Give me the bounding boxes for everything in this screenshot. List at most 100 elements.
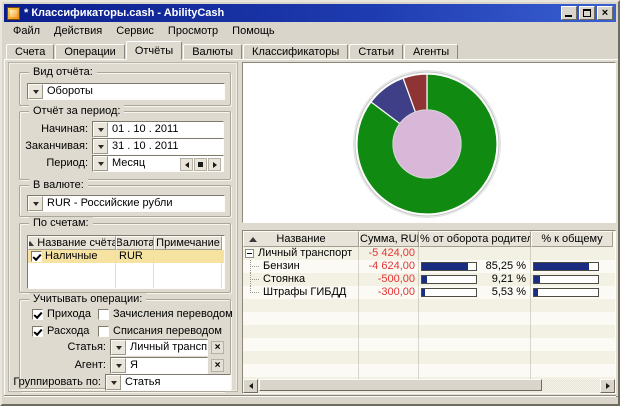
- checkbox-income[interactable]: Прихода: [32, 308, 91, 320]
- report-type-value[interactable]: Обороты: [43, 84, 224, 99]
- menu-actions[interactable]: Действия: [47, 24, 109, 38]
- start-date-dropdown-button[interactable]: [93, 122, 108, 137]
- menu-service[interactable]: Сервис: [109, 24, 161, 38]
- menu-help[interactable]: Помощь: [225, 24, 282, 38]
- tab-currencies[interactable]: Валюты: [183, 44, 242, 60]
- checkbox-box[interactable]: [98, 309, 109, 320]
- report-name-cell: Штрафы ГИБДД: [243, 286, 359, 299]
- article-clear-button[interactable]: ×: [211, 341, 224, 354]
- report-empty-row: [243, 299, 615, 312]
- checkbox-transfer-out[interactable]: Списания переводом: [98, 325, 222, 337]
- empty-cell: [28, 276, 116, 289]
- currency-dropdown-button[interactable]: [28, 196, 43, 211]
- report-column-label: % от оборота родителя: [420, 233, 531, 245]
- currency-combo[interactable]: RUR - Российские рубли: [27, 195, 225, 212]
- report-type-combo[interactable]: Обороты: [27, 83, 225, 100]
- maximize-button[interactable]: [579, 6, 595, 20]
- end-date-dropdown-button[interactable]: [93, 139, 108, 154]
- currency-value[interactable]: RUR - Российские рубли: [43, 196, 224, 211]
- scrollbar-track[interactable]: [258, 379, 600, 393]
- report-column-header[interactable]: % от оборота родителя: [419, 231, 531, 247]
- group-by-dropdown-button[interactable]: [106, 375, 121, 390]
- report-total-pct-cell: [531, 260, 613, 273]
- report-row-personal-transport[interactable]: Личный транспорт-5 424,00: [243, 247, 615, 260]
- checkbox-expense[interactable]: Расхода: [32, 325, 89, 337]
- empty-cell: [419, 325, 531, 338]
- start-date-value[interactable]: 01 . 10 . 2011: [108, 122, 223, 137]
- agent-dropdown-button[interactable]: [111, 358, 126, 373]
- tab-agents[interactable]: Агенты: [404, 44, 458, 60]
- report-type-dropdown-button[interactable]: [28, 84, 43, 99]
- checkbox-box[interactable]: [32, 309, 43, 320]
- tab-classifiers[interactable]: Классификаторы: [243, 44, 348, 60]
- report-parent-pct-cell: 5,53 %: [419, 286, 531, 299]
- currency-group-label: В валюте:: [29, 179, 88, 191]
- app-window: * Классификаторы.cash - AbilityCash × Фа…: [0, 0, 620, 406]
- group-by-combo[interactable]: Статья: [105, 374, 231, 391]
- period-prev-button[interactable]: [180, 158, 193, 171]
- report-name-cell: Личный транспорт: [243, 247, 359, 260]
- checkbox-box[interactable]: [32, 326, 43, 337]
- report-name-cell: Стоянка: [243, 273, 359, 286]
- report-total-pct-cell: [531, 273, 613, 286]
- scrollbar-thumb[interactable]: [259, 379, 542, 391]
- minimize-button[interactable]: [561, 6, 577, 20]
- period-dropdown-button[interactable]: [93, 156, 108, 171]
- start-date-combo[interactable]: 01 . 10 . 2011: [92, 121, 224, 138]
- total-pct-bar: [533, 275, 599, 284]
- empty-cell: [531, 338, 613, 351]
- tree-line: [250, 292, 259, 293]
- menu-view[interactable]: Просмотр: [161, 24, 225, 38]
- tab-reports[interactable]: Отчёты: [126, 41, 182, 60]
- report-parent-pct-cell: [419, 247, 531, 260]
- report-row-fuel[interactable]: Бензин-4 624,0085,25 %: [243, 260, 615, 273]
- report-row-parking[interactable]: Стоянка-500,009,21 %: [243, 273, 615, 286]
- empty-cell: [419, 312, 531, 325]
- report-row-fines[interactable]: Штрафы ГИБДД-300,005,53 %: [243, 286, 615, 299]
- empty-cell: [531, 299, 613, 312]
- tab-articles[interactable]: Статьи: [349, 44, 403, 60]
- report-column-header[interactable]: Сумма, RUR: [359, 231, 419, 247]
- period-next-button[interactable]: [208, 158, 221, 171]
- empty-cell: [154, 263, 222, 276]
- tree-collapse-icon[interactable]: [245, 249, 254, 258]
- tab-accounts[interactable]: Счета: [6, 44, 54, 60]
- empty-cell: [116, 276, 154, 289]
- article-value[interactable]: Личный транспорт: [126, 340, 207, 355]
- tab-operations[interactable]: Операции: [55, 44, 124, 60]
- agent-clear-button[interactable]: ×: [211, 359, 224, 372]
- end-date-combo[interactable]: 31 . 10 . 2011: [92, 138, 224, 155]
- tab-bar: СчетаОперацииОтчётыВалютыКлассификаторыС…: [6, 41, 616, 60]
- total-pct-bar-fill: [534, 289, 538, 296]
- article-combo[interactable]: Личный транспорт: [110, 339, 208, 356]
- accounts-column-header[interactable]: Название счёта: [28, 236, 116, 250]
- period-combo[interactable]: Месяц: [92, 155, 224, 172]
- account-checkbox[interactable]: [31, 251, 42, 262]
- tree-line: [250, 279, 259, 280]
- period-group: Отчёт за период: Начиная: 01 . 10 . 2011…: [19, 111, 231, 180]
- arrow-left-icon: [249, 383, 253, 389]
- scroll-right-button[interactable]: [600, 379, 615, 393]
- accounts-column-header[interactable]: Примечание: [154, 236, 222, 250]
- period-current-button[interactable]: [194, 158, 207, 171]
- group-by-value[interactable]: Статья: [121, 375, 230, 390]
- account-currency-cell: RUR: [116, 250, 154, 263]
- accounts-column-header[interactable]: Валюта: [116, 236, 154, 250]
- report-column-header[interactable]: % к общему: [531, 231, 613, 247]
- period-group-label: Отчёт за период:: [29, 105, 124, 117]
- report-table-body: Личный транспорт-5 424,00Бензин-4 624,00…: [243, 247, 615, 379]
- menu-file[interactable]: Файл: [6, 24, 47, 38]
- report-column-header[interactable]: Название: [243, 231, 359, 247]
- article-dropdown-button[interactable]: [111, 340, 126, 355]
- checkbox-transfer-in[interactable]: Зачисления переводом: [98, 308, 233, 320]
- pie-center: [393, 110, 461, 178]
- end-date-value[interactable]: 31 . 10 . 2011: [108, 139, 223, 154]
- agent-combo[interactable]: Я: [110, 357, 208, 374]
- account-row-cash[interactable]: НаличныеRUR: [28, 250, 224, 263]
- report-type-group: Вид отчёта: Обороты: [19, 72, 231, 106]
- scroll-left-button[interactable]: [243, 379, 258, 393]
- agent-value[interactable]: Я: [126, 358, 207, 373]
- close-button[interactable]: ×: [597, 6, 613, 20]
- horizontal-scrollbar[interactable]: [243, 379, 615, 393]
- checkbox-box[interactable]: [98, 326, 109, 337]
